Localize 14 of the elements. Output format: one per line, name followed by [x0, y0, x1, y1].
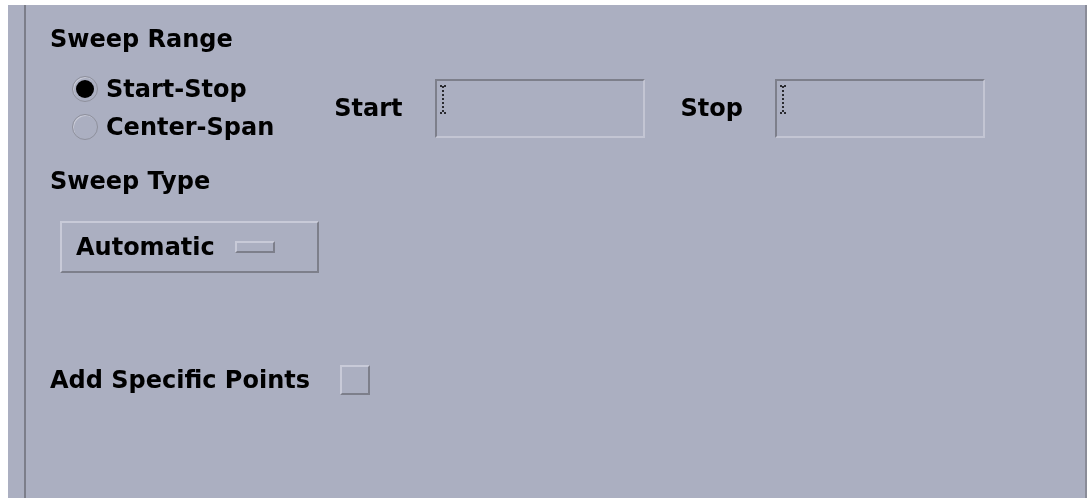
checkbox-label: Add Specific Points [50, 366, 310, 394]
dropdown-button[interactable]: Automatic [60, 221, 319, 273]
section-title: Sweep Type [50, 167, 212, 195]
field-label: Start [334, 94, 403, 122]
text-cursor-icon [438, 84, 449, 115]
input-field[interactable] [434, 78, 645, 138]
text-cursor-icon [779, 84, 789, 115]
checkbox[interactable] [340, 365, 370, 395]
radio-label[interactable]: Center-Span [106, 113, 275, 141]
field-label: Stop [680, 94, 743, 122]
input-field[interactable] [775, 78, 985, 138]
option-menu-icon [234, 241, 275, 253]
radio-label[interactable]: Start-Stop [106, 75, 247, 103]
section-title: Sweep Range [50, 25, 234, 53]
